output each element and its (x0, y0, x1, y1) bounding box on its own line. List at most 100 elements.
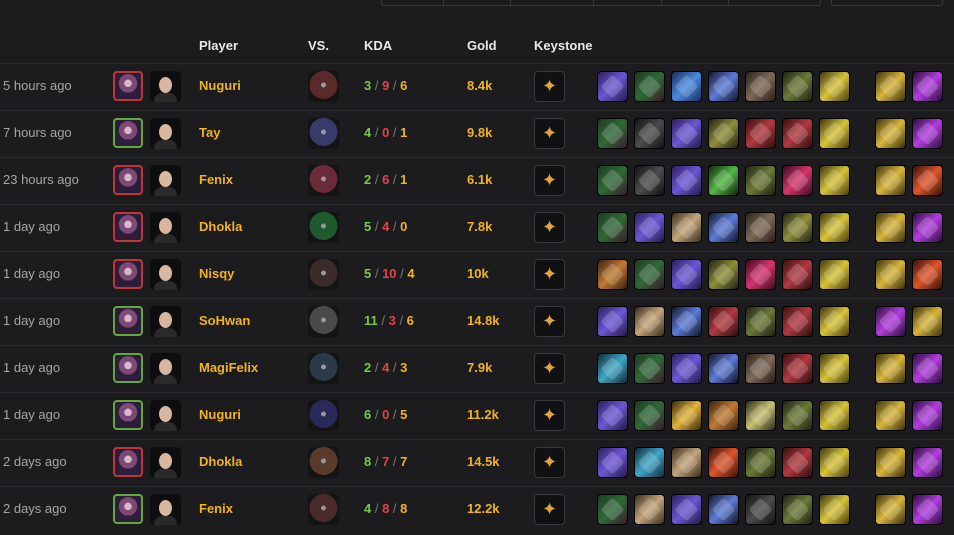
item-icon[interactable] (671, 447, 702, 478)
table-row[interactable]: 1 day ago Nuguri 6 / 0 / 5 11.2k ✦ (0, 392, 954, 439)
item-icon[interactable] (708, 353, 739, 384)
item-icon[interactable] (819, 165, 850, 196)
summoner-spell-icon[interactable] (875, 259, 906, 290)
item-icon[interactable] (745, 259, 776, 290)
item-icon[interactable] (745, 494, 776, 525)
item-icon[interactable] (708, 400, 739, 431)
item-icon[interactable] (708, 165, 739, 196)
item-icon[interactable] (708, 494, 739, 525)
item-icon[interactable] (782, 118, 813, 149)
summoner-spell-icon[interactable] (875, 447, 906, 478)
summoner-spell-icon[interactable] (912, 259, 943, 290)
summoner-spell-icon[interactable] (875, 353, 906, 384)
keystone-rune-icon[interactable]: ✦ (534, 494, 565, 525)
table-row[interactable]: 1 day ago Dhokla 5 / 4 / 0 7.8k ✦ (0, 204, 954, 251)
item-icon[interactable] (708, 71, 739, 102)
item-icon[interactable] (819, 212, 850, 243)
summoner-spell-icon[interactable] (912, 400, 943, 431)
summoner-spell-icon[interactable] (875, 165, 906, 196)
keystone-rune-icon[interactable]: ✦ (534, 71, 565, 102)
item-icon[interactable] (671, 118, 702, 149)
item-icon[interactable] (597, 494, 628, 525)
player-name-link[interactable]: Tay (199, 125, 220, 140)
table-row[interactable]: 2 days ago Dhokla 8 / 7 / 7 14.5k ✦ (0, 439, 954, 486)
keystone-rune-icon[interactable]: ✦ (534, 165, 565, 196)
item-icon[interactable] (782, 447, 813, 478)
summoner-spell-icon[interactable] (912, 494, 943, 525)
item-icon[interactable] (782, 71, 813, 102)
item-icon[interactable] (745, 353, 776, 384)
item-icon[interactable] (745, 400, 776, 431)
item-icon[interactable] (634, 494, 665, 525)
filter-dropdown[interactable] (831, 0, 943, 6)
item-icon[interactable] (819, 447, 850, 478)
keystone-rune-icon[interactable]: ✦ (534, 118, 565, 149)
keystone-rune-icon[interactable]: ✦ (534, 306, 565, 337)
item-icon[interactable] (597, 118, 628, 149)
item-icon[interactable] (634, 165, 665, 196)
summoner-spell-icon[interactable] (912, 306, 943, 337)
item-icon[interactable] (745, 71, 776, 102)
summoner-spell-icon[interactable] (912, 447, 943, 478)
summoner-spell-icon[interactable] (912, 353, 943, 384)
player-name-link[interactable]: Fenix (199, 172, 233, 187)
item-icon[interactable] (671, 353, 702, 384)
item-icon[interactable] (634, 71, 665, 102)
item-icon[interactable] (708, 212, 739, 243)
item-icon[interactable] (671, 212, 702, 243)
player-name-link[interactable]: Dhokla (199, 219, 242, 234)
player-name-link[interactable]: MagiFelix (199, 360, 258, 375)
item-icon[interactable] (597, 306, 628, 337)
item-icon[interactable] (671, 165, 702, 196)
item-icon[interactable] (634, 353, 665, 384)
summoner-spell-icon[interactable] (875, 71, 906, 102)
item-icon[interactable] (597, 400, 628, 431)
item-icon[interactable] (745, 165, 776, 196)
item-icon[interactable] (634, 447, 665, 478)
item-icon[interactable] (634, 400, 665, 431)
item-icon[interactable] (708, 447, 739, 478)
summoner-spell-icon[interactable] (875, 118, 906, 149)
item-icon[interactable] (782, 400, 813, 431)
item-icon[interactable] (782, 494, 813, 525)
player-name-link[interactable]: Nisqy (199, 266, 234, 281)
summoner-spell-icon[interactable] (912, 71, 943, 102)
player-name-link[interactable]: Nuguri (199, 78, 241, 93)
item-icon[interactable] (819, 353, 850, 384)
item-icon[interactable] (597, 71, 628, 102)
item-icon[interactable] (634, 259, 665, 290)
item-icon[interactable] (819, 71, 850, 102)
item-icon[interactable] (671, 71, 702, 102)
player-name-link[interactable]: SoHwan (199, 313, 250, 328)
table-row[interactable]: 1 day ago Nisqy 5 / 10 / 4 10k ✦ (0, 251, 954, 298)
item-icon[interactable] (634, 118, 665, 149)
item-icon[interactable] (708, 259, 739, 290)
summoner-spell-icon[interactable] (912, 212, 943, 243)
item-icon[interactable] (671, 306, 702, 337)
item-icon[interactable] (782, 306, 813, 337)
item-icon[interactable] (671, 400, 702, 431)
summoner-spell-icon[interactable] (875, 306, 906, 337)
keystone-rune-icon[interactable]: ✦ (534, 212, 565, 243)
item-icon[interactable] (782, 212, 813, 243)
item-icon[interactable] (745, 118, 776, 149)
table-row[interactable]: 5 hours ago Nuguri 3 / 9 / 6 8.4k ✦ (0, 63, 954, 110)
item-icon[interactable] (597, 165, 628, 196)
item-icon[interactable] (597, 259, 628, 290)
summoner-spell-icon[interactable] (875, 212, 906, 243)
item-icon[interactable] (634, 212, 665, 243)
keystone-rune-icon[interactable]: ✦ (534, 259, 565, 290)
filter-tabs[interactable] (381, 0, 821, 6)
item-icon[interactable] (819, 494, 850, 525)
keystone-rune-icon[interactable]: ✦ (534, 447, 565, 478)
item-icon[interactable] (819, 118, 850, 149)
item-icon[interactable] (819, 306, 850, 337)
item-icon[interactable] (745, 212, 776, 243)
table-row[interactable]: 1 day ago SoHwan 11 / 3 / 6 14.8k ✦ (0, 298, 954, 345)
item-icon[interactable] (819, 400, 850, 431)
table-row[interactable]: 1 day ago MagiFelix 2 / 4 / 3 7.9k ✦ (0, 345, 954, 392)
item-icon[interactable] (745, 306, 776, 337)
item-icon[interactable] (597, 212, 628, 243)
summoner-spell-icon[interactable] (912, 118, 943, 149)
item-icon[interactable] (782, 259, 813, 290)
